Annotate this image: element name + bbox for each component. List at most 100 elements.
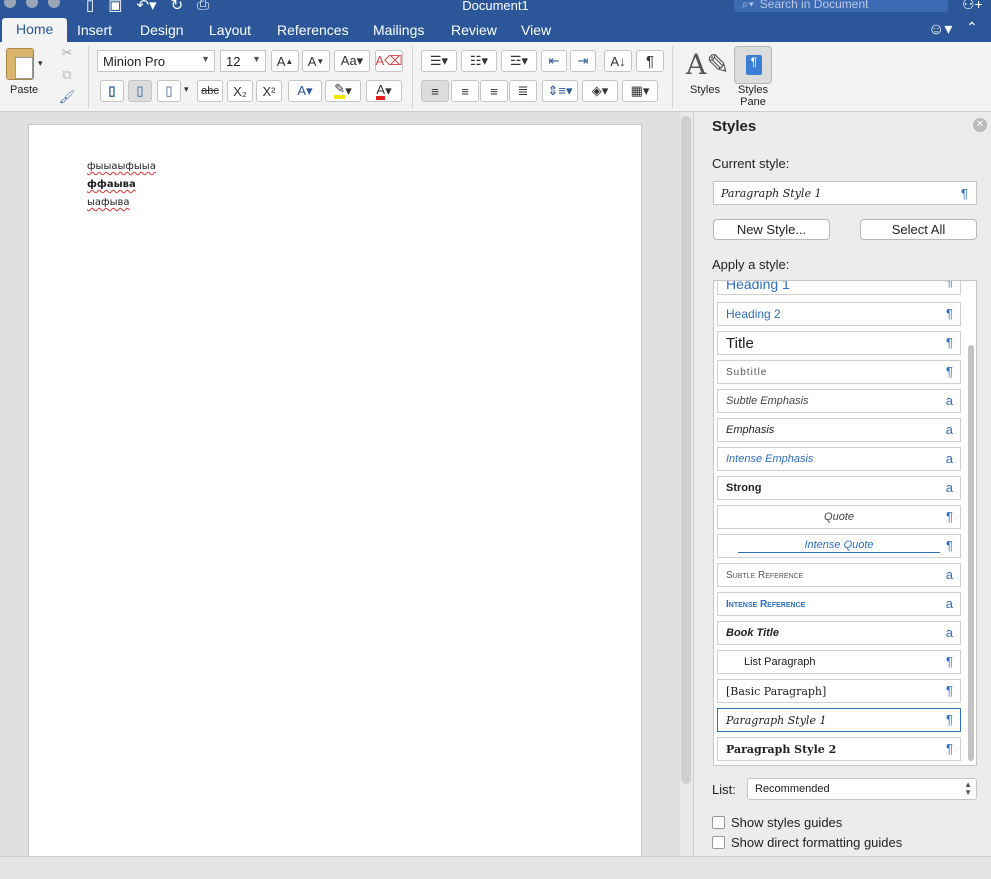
tab-layout[interactable]: Layout — [209, 20, 251, 40]
highlight-button[interactable]: ✎ ▾ — [325, 80, 361, 102]
font-size-select[interactable]: 12 ▼ — [220, 50, 266, 72]
sort-button[interactable]: A↓ — [604, 50, 632, 72]
new-style-button[interactable]: New Style... — [713, 219, 830, 240]
close-icon[interactable]: ✕ — [973, 118, 987, 132]
tab-insert[interactable]: Insert — [77, 20, 112, 40]
show-styles-guides-label[interactable]: Show styles guides — [731, 815, 842, 830]
align-right-button[interactable]: ≡ — [480, 80, 508, 102]
styles-list-scrollbar[interactable] — [968, 345, 974, 761]
align-left-button[interactable]: ≡ — [421, 80, 449, 102]
ribbon-divider — [672, 46, 673, 108]
style-name: Heading 1 — [726, 280, 790, 292]
style-name: Subtle Reference — [726, 569, 804, 581]
list-item-subtle-emphasis[interactable]: Subtle Emphasis a — [717, 389, 961, 413]
search-input[interactable]: ⌕▾ Search in Document — [734, 0, 948, 12]
list-item-title[interactable]: Title ¶ — [717, 331, 961, 355]
change-case-button[interactable]: Aa▾ — [334, 50, 370, 72]
format-painter-icon[interactable]: 🖌 — [58, 88, 76, 106]
collapse-ribbon-icon[interactable]: ⌃ — [966, 19, 978, 36]
font-color-button[interactable]: A ▾ — [366, 80, 402, 102]
document-page[interactable]: фыыаыфыыа ффаыва ыафыва — [28, 124, 642, 864]
document-paragraph[interactable]: ффаыва — [87, 179, 136, 190]
cut-icon[interactable]: ✂ — [58, 44, 76, 62]
show-direct-formatting-label[interactable]: Show direct formatting guides — [731, 835, 902, 850]
underline-button[interactable]: ▯ — [157, 80, 181, 102]
copy-icon[interactable]: ⧉ — [58, 66, 76, 84]
tab-mailings[interactable]: Mailings — [373, 20, 424, 40]
paste-icon[interactable] — [6, 48, 34, 80]
show-direct-formatting-checkbox[interactable] — [712, 836, 725, 849]
document-scrollbar[interactable] — [681, 116, 691, 784]
font-name-select[interactable]: Minion Pro ▼ — [97, 50, 215, 72]
paragraph-mark-icon: ¶ — [946, 538, 953, 553]
multilevel-list-button[interactable]: ☲▾ — [501, 50, 537, 72]
superscript-button[interactable]: X² — [256, 80, 282, 102]
borders-button[interactable]: ▦▾ — [622, 80, 658, 102]
list-item-heading-2[interactable]: Heading 2 ¶ — [717, 302, 961, 326]
list-filter-value: Recommended — [755, 783, 830, 795]
paragraph-mark-icon: ¶ — [946, 712, 953, 727]
list-item-subtitle[interactable]: Subtitle ¶ — [717, 360, 961, 384]
chevron-down-icon: ▼ — [252, 54, 261, 64]
numbering-button[interactable]: ☷▾ — [461, 50, 497, 72]
document-paragraph[interactable]: ыафыва — [87, 197, 130, 208]
tab-review[interactable]: Review — [451, 20, 497, 40]
document-paragraph[interactable]: фыыаыфыыа — [87, 161, 156, 172]
subscript-button[interactable]: X₂ — [227, 80, 253, 102]
styles-pane-icon[interactable] — [734, 46, 772, 84]
list-item-intense-emphasis[interactable]: Intense Emphasis a — [717, 447, 961, 471]
list-item-list-paragraph[interactable]: List Paragraph ¶ — [717, 650, 961, 674]
tab-references[interactable]: References — [277, 20, 349, 40]
align-center-button[interactable]: ≡ — [451, 80, 479, 102]
text-effects-button[interactable]: A▾ — [288, 80, 322, 102]
list-item-paragraph-style-2[interactable]: Paragraph Style 2 ¶ — [717, 737, 961, 761]
italic-button[interactable]: ▯ — [128, 80, 152, 102]
show-styles-guides-checkbox[interactable] — [712, 816, 725, 829]
shading-button[interactable]: ◈▾ — [582, 80, 618, 102]
line-spacing-button[interactable]: ⇕≡▾ — [542, 80, 578, 102]
list-item-heading-1[interactable]: Heading 1 ¶ — [717, 280, 961, 295]
bullets-button[interactable]: ☰▾ — [421, 50, 457, 72]
list-item-emphasis[interactable]: Emphasis a — [717, 418, 961, 442]
grow-font-button[interactable]: A ▲ — [271, 50, 299, 72]
styles-pane: Styles ✕ Current style: Paragraph Style … — [693, 112, 991, 856]
style-name: Quote — [824, 511, 854, 523]
current-style-field[interactable]: Paragraph Style 1 ¶ — [713, 181, 977, 205]
decrease-indent-button[interactable]: ⇤ — [541, 50, 567, 72]
style-name: Book Title — [726, 627, 779, 639]
list-item-book-title[interactable]: Book Title a — [717, 621, 961, 645]
paragraph-mark-icon: ¶ — [961, 186, 968, 201]
justify-button[interactable]: ≣ — [509, 80, 537, 102]
character-mark-icon: a — [945, 422, 953, 437]
clear-formatting-icon[interactable]: A⌫ — [375, 50, 403, 72]
list-item-intense-reference[interactable]: Intense Reference a — [717, 592, 961, 616]
list-filter-select[interactable]: Recommended ▲ ▼ — [747, 778, 977, 800]
styles-gallery-icon[interactable]: A✎ — [686, 48, 730, 81]
increase-indent-button[interactable]: ⇥ — [570, 50, 596, 72]
chevron-down-icon[interactable]: ▾ — [184, 84, 189, 95]
tab-design[interactable]: Design — [140, 20, 184, 40]
list-item-strong[interactable]: Strong a — [717, 476, 961, 500]
list-item-subtle-reference[interactable]: Subtle Reference a — [717, 563, 961, 587]
strikethrough-button[interactable]: abc — [197, 80, 223, 102]
paragraph-mark-icon: ¶ — [946, 306, 953, 321]
styles-list[interactable]: Heading 1 ¶ Heading 2 ¶ Title ¶ Subtitle… — [713, 280, 977, 766]
paragraph-mark-icon: ¶ — [946, 335, 953, 350]
list-item-quote[interactable]: Quote ¶ — [717, 505, 961, 529]
tab-home[interactable]: Home — [2, 18, 68, 42]
style-name: [Basic Paragraph] — [726, 684, 827, 698]
chevron-down-icon: ▼ — [201, 54, 210, 64]
feedback-smiley-icon[interactable]: ☺▾ — [928, 19, 952, 39]
list-item-paragraph-style-1[interactable]: Paragraph Style 1 ¶ — [717, 708, 961, 732]
add-person-icon[interactable]: ⚇+ — [962, 0, 983, 13]
bold-button[interactable]: ▯ — [100, 80, 124, 102]
shrink-font-button[interactable]: A ▼ — [302, 50, 330, 72]
select-all-button[interactable]: Select All — [860, 219, 977, 240]
character-mark-icon: a — [945, 596, 953, 611]
tab-view[interactable]: View — [521, 20, 551, 40]
list-item-intense-quote[interactable]: Intense Quote ¶ — [717, 534, 961, 558]
list-item-basic-paragraph[interactable]: [Basic Paragraph] ¶ — [717, 679, 961, 703]
paragraph-mark-icon: ¶ — [946, 280, 953, 289]
paste-dropdown-icon[interactable]: ▾ — [38, 58, 43, 69]
show-formatting-marks-button[interactable]: ¶ — [636, 50, 664, 72]
